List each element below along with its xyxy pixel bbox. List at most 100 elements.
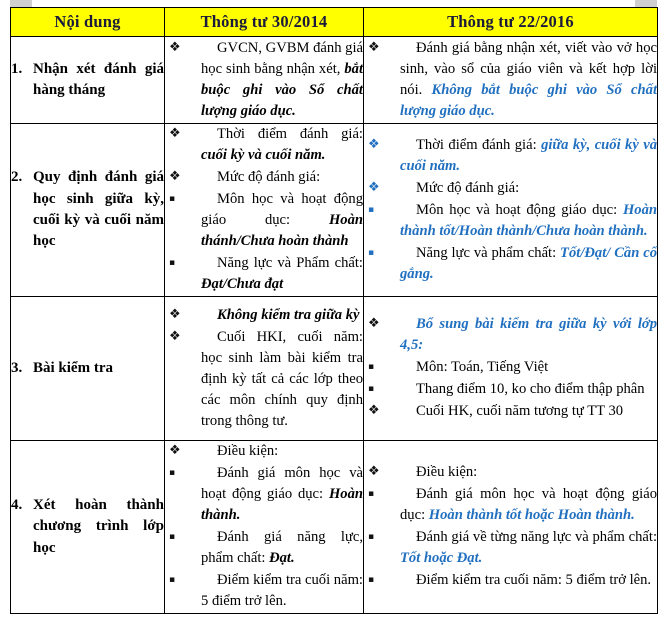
text-run: Thời điểm đánh giá: — [217, 126, 363, 142]
diamond-bullet-icon: ❖ — [169, 328, 181, 344]
text-run: Điều kiện: — [416, 464, 478, 480]
diamond-bullet-icon: ❖ — [169, 169, 181, 184]
square-bullet-icon: ▪ — [368, 532, 375, 542]
diamond-bullet-icon: ❖ — [169, 126, 181, 141]
square-bullet-icon: ▪ — [169, 468, 176, 478]
bullet-list-item: ▪ Đánh giá môn học và hoạt động giáo dục:… — [364, 484, 657, 526]
text-run: Mức độ đánh giá: — [416, 179, 520, 196]
header-row: Nội dung Thông tư 30/2014 Thông tư 22/20… — [10, 7, 658, 37]
diamond-bullet-icon: ❖ — [368, 464, 380, 479]
text-run: Cuối HK, cuối năm tương tự TT 30 — [416, 403, 624, 419]
emphasis-text-run: Không bắt buộc ghi vào Sổ chất lượng giá… — [400, 81, 657, 119]
diamond-bullet-icon: ❖ — [169, 443, 181, 458]
bullet-list: ❖ Thời điểm đánh giá: cuối kỳ và cuối năm… — [165, 124, 363, 295]
emphasis-text-run: Đạt/Chưa đạt — [201, 276, 284, 292]
tt30-cell: ❖ Không kiểm tra giữa kỳ ❖ Cuối HKI, cuối n… — [164, 296, 364, 441]
tt22-cell: ❖ Thời điểm đánh giá: giữa kỳ, cuối kỳ và… — [363, 123, 658, 297]
header-cell-tt30: Thông tư 30/2014 — [164, 7, 364, 37]
capture-artifact-right — [635, 0, 657, 7]
text-run: Môn: Toán, Tiếng Việt — [416, 359, 549, 375]
topic-cell: 3. Bài kiểm tra — [10, 296, 165, 441]
diamond-bullet-icon: ❖ — [169, 306, 181, 322]
topic-cell: 4. Xét hoàn thành chương trình lớp học — [10, 440, 165, 614]
bullet-list-item: ▪ Đánh giá năng lực, phẩm chất: Đạt. — [165, 527, 363, 569]
bullet-list-item: ▪ Điểm kiểm tra cuối năm: 5 điểm trở lên. — [165, 570, 363, 612]
table-row: 4. Xét hoàn thành chương trình lớp học ❖ Đi… — [10, 440, 658, 614]
table-row: 1. Nhận xét đánh giá hàng tháng ❖ GVCN, GVB… — [10, 36, 658, 124]
bullet-list-item: ❖ GVCN, GVBM đánh giá học sinh bằng nhận … — [165, 38, 363, 122]
text-run: Năng lực và phẩm chất: — [416, 244, 561, 261]
text-run: Thang điểm 10, ko cho điểm thập phân — [416, 381, 645, 397]
bullet-list: ❖ GVCN, GVBM đánh giá học sinh bằng nhận … — [165, 38, 363, 122]
diamond-bullet-icon: ❖ — [368, 136, 380, 152]
bullet-list-item: ❖ Đánh giá bằng nhận xét, viết vào vở học… — [364, 38, 657, 122]
topic-number: 1. — [11, 60, 23, 77]
bullet-list-item: ❖ Điều kiện: — [364, 462, 657, 483]
tt30-cell: ❖ GVCN, GVBM đánh giá học sinh bằng nhận … — [164, 36, 364, 124]
bullet-list: ❖ Điều kiện: ▪ Đánh giá môn học và hoạt độn… — [165, 441, 363, 612]
bullet-list-item: ❖ Bổ sung bài kiểm tra giữa kỳ với lớp 4,… — [364, 314, 657, 356]
bullet-list: ❖ Bổ sung bài kiểm tra giữa kỳ với lớp 4,… — [364, 314, 657, 422]
bullet-list-item: ▪ Thang điểm 10, ko cho điểm thập phân — [364, 379, 657, 400]
topic-number: 4. — [11, 497, 23, 514]
text-run: Điểm kiểm tra cuối năm: 5 điểm trở lên. — [416, 572, 652, 588]
topic-number: 2. — [11, 169, 23, 186]
bullet-list: ❖ Đánh giá bằng nhận xét, viết vào vở học… — [364, 38, 657, 122]
bullet-list-item: ❖ Thời điểm đánh giá: giữa kỳ, cuối kỳ và… — [364, 135, 657, 177]
bullet-list-item: ▪ Năng lực và phẩm chất: Tốt/Đạt/ Cần cố … — [364, 243, 657, 285]
bullet-list: ❖ Thời điểm đánh giá: giữa kỳ, cuối kỳ và… — [364, 135, 657, 285]
text-run: Năng lực và Phẩm chất: — [217, 255, 363, 271]
square-bullet-icon: ▪ — [169, 575, 176, 585]
table-row: 3. Bài kiểm tra ❖ Không kiểm tra giữa kỳ ❖ Cu… — [10, 296, 658, 441]
bullet-list-item: ▪ Năng lực và Phẩm chất: Đạt/Chưa đạt — [165, 253, 363, 295]
bullet-list-item: ▪ Môn: Toán, Tiếng Việt — [364, 357, 657, 378]
bullet-list: ❖ Không kiểm tra giữa kỳ ❖ Cuối HKI, cuối n… — [165, 305, 363, 432]
document-page: Nội dung Thông tư 30/2014 Thông tư 22/20… — [0, 0, 667, 624]
tt22-cell: ❖ Bổ sung bài kiểm tra giữa kỳ với lớp 4,… — [363, 296, 658, 441]
bullet-list-item: ❖ Thời điểm đánh giá: cuối kỳ và cuối năm… — [165, 124, 363, 166]
text-run: Môn học và hoạt động giáo dục: — [416, 201, 623, 218]
bullet-list-item: ▪ Môn học và hoạt động giáo dục: Hoàn thá… — [165, 189, 363, 252]
tt22-cell: ❖ Đánh giá bằng nhận xét, viết vào vở học… — [363, 36, 658, 124]
emphasis-text-run: Không kiểm tra giữa kỳ — [217, 306, 360, 323]
text-run: Cuối HKI, cuối năm: học sinh làm bài kiể… — [201, 328, 363, 429]
text-run: Mức độ đánh giá: — [217, 169, 321, 185]
bullet-list: ❖ Điều kiện: ▪ Đánh giá môn học và hoạt độn… — [364, 462, 657, 591]
header-cell-tt22: Thông tư 22/2016 — [363, 7, 658, 37]
diamond-bullet-icon: ❖ — [368, 316, 380, 331]
topic-label: Quy định đánh giá học sinh giữa kỳ, cuối… — [33, 169, 164, 250]
tt30-cell: ❖ Điều kiện: ▪ Đánh giá môn học và hoạt độn… — [164, 440, 364, 614]
bullet-list-item: ❖ Mức độ đánh giá: — [165, 167, 363, 188]
square-bullet-icon: ▪ — [368, 489, 375, 499]
topic-cell: 2. Quy định đánh giá học sinh giữa kỳ, cu… — [10, 123, 165, 297]
bullet-list-item: ❖ Cuối HKI, cuối năm: học sinh làm bài ki… — [165, 327, 363, 432]
square-bullet-icon: ▪ — [368, 204, 375, 215]
square-bullet-icon: ▪ — [368, 575, 375, 585]
bullet-list-item: ▪ Môn học và hoạt động giáo dục: Hoàn thà… — [364, 200, 657, 242]
square-bullet-icon: ▪ — [368, 362, 375, 372]
text-run: Điều kiện: — [217, 443, 279, 459]
square-bullet-icon: ▪ — [169, 532, 176, 542]
bullet-list-item: ❖ Điều kiện: — [165, 441, 363, 462]
bullet-list-item: ▪ Điểm kiểm tra cuối năm: 5 điểm trở lên. — [364, 570, 657, 591]
text-run: Thời điểm đánh giá: — [416, 136, 542, 153]
emphasis-text-run: Bổ sung bài kiểm tra giữa kỳ với lớp 4,5… — [400, 316, 657, 353]
text-run: Điểm kiểm tra cuối năm: 5 điểm trở lên. — [201, 572, 363, 609]
tt30-cell: ❖ Thời điểm đánh giá: cuối kỳ và cuối năm… — [164, 123, 364, 297]
bullet-list-item: ❖ Không kiểm tra giữa kỳ — [165, 305, 363, 326]
tt22-cell: ❖ Điều kiện: ▪ Đánh giá môn học và hoạt độn… — [363, 440, 658, 614]
header-cell-noi-dung: Nội dung — [10, 7, 165, 37]
topic-label: Xét hoàn thành chương trình lớp học — [33, 497, 164, 556]
emphasis-text-run: cuối kỳ và cuối năm. — [201, 147, 326, 163]
bullet-list-item: ▪ Đánh giá môn học và hoạt động giáo dục:… — [165, 463, 363, 526]
emphasis-text-run: Đạt. — [269, 550, 295, 566]
square-bullet-icon: ▪ — [368, 384, 375, 394]
square-bullet-icon: ▪ — [169, 258, 176, 268]
table-header: Nội dung Thông tư 30/2014 Thông tư 22/20… — [10, 7, 658, 37]
table-body: 1. Nhận xét đánh giá hàng tháng ❖ GVCN, GVB… — [10, 36, 658, 614]
diamond-bullet-icon: ❖ — [169, 39, 181, 55]
topic-number: 3. — [11, 359, 23, 376]
diamond-bullet-icon: ❖ — [368, 39, 380, 55]
text-run: GVCN, GVBM đánh giá học sinh bằng nhận x… — [201, 39, 363, 77]
topic-cell: 1. Nhận xét đánh giá hàng tháng — [10, 36, 165, 124]
